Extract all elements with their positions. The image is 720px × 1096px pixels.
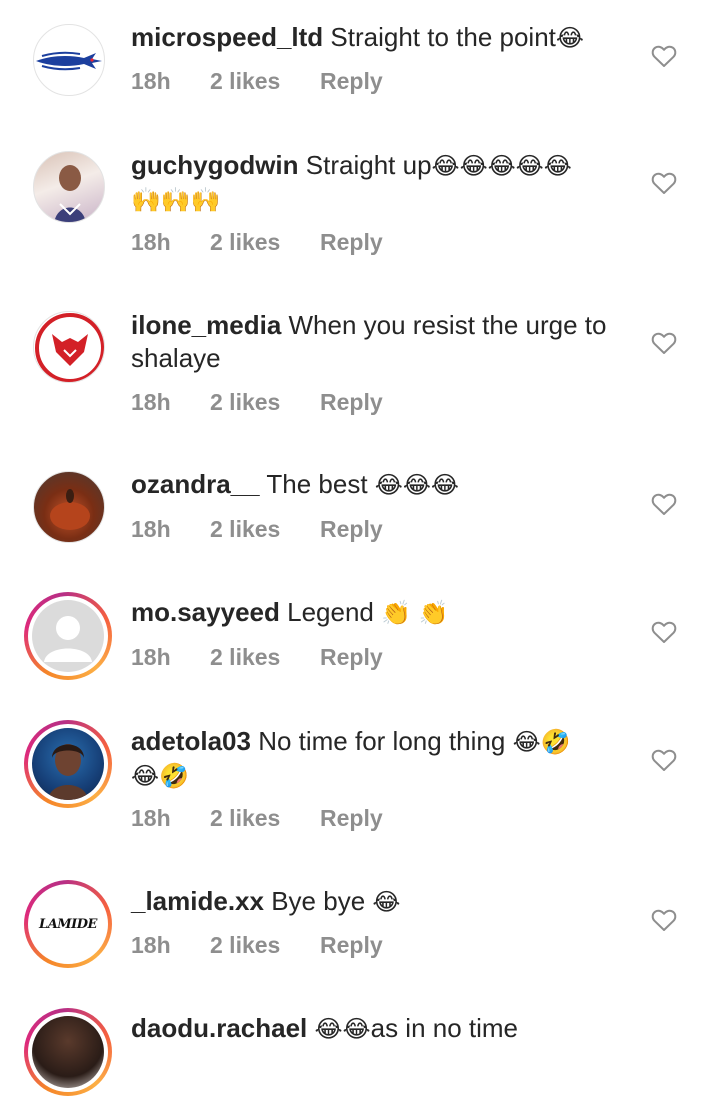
comment-meta: 18h 2 likes Reply	[131, 68, 383, 95]
comment-body: No time for long thing	[258, 726, 506, 756]
avatar-inner: LAMIDE	[28, 884, 108, 964]
comment-meta: 18h 2 likes Reply	[131, 644, 383, 671]
reply-button[interactable]: Reply	[320, 68, 383, 95]
username[interactable]: _lamide.xx	[131, 886, 264, 916]
avatar-story-ring[interactable]	[24, 720, 112, 808]
avatar[interactable]	[33, 311, 105, 383]
heart-outline-icon[interactable]	[651, 44, 677, 68]
emoji: 😂	[372, 888, 401, 916]
avatar-story-ring[interactable]	[24, 1008, 112, 1096]
heart-outline-icon[interactable]	[651, 748, 677, 772]
likes-count[interactable]: 2 likes	[210, 389, 320, 416]
timestamp: 18h	[131, 516, 171, 542]
profile-photo	[32, 728, 104, 800]
emoji: 😂	[555, 24, 584, 52]
likes-count[interactable]: 2 likes	[210, 805, 320, 832]
comment-text: guchygodwin Straight up😂😂😂😂😂 🙌🙌🙌	[131, 149, 631, 217]
comment-text: microspeed_ltd Straight to the point😂	[131, 21, 631, 55]
emoji: 😂😂😂	[374, 471, 459, 499]
timestamp: 18h	[131, 68, 171, 94]
heart-outline-icon[interactable]	[651, 908, 677, 932]
heart-outline-icon[interactable]	[651, 492, 677, 516]
comment-text: ilone_media When you resist the urge to …	[131, 309, 631, 375]
comment-meta: 18h 2 likes Reply	[131, 516, 383, 543]
avatar-inner	[28, 724, 108, 804]
microspeed-logo-icon	[36, 51, 102, 71]
comment-meta: 18h 2 likes Reply	[131, 932, 383, 959]
comment-body: Bye bye	[271, 886, 366, 916]
likes-count[interactable]: 2 likes	[210, 644, 320, 671]
likes-count[interactable]: 2 likes	[210, 229, 320, 256]
default-avatar-icon	[32, 600, 104, 672]
heart-outline-icon[interactable]	[651, 620, 677, 644]
comment-body: Straight up	[305, 150, 432, 180]
reply-button[interactable]: Reply	[320, 516, 383, 543]
heart-outline-icon[interactable]	[651, 331, 677, 355]
timestamp: 18h	[131, 389, 171, 415]
fox-logo-icon	[35, 313, 104, 382]
timestamp: 18h	[131, 805, 171, 831]
reply-button[interactable]: Reply	[320, 932, 383, 959]
emoji: 🙌🙌🙌	[131, 186, 221, 214]
profile-photo	[50, 489, 90, 530]
avatar-inner	[28, 1012, 108, 1092]
reply-button[interactable]: Reply	[320, 805, 383, 832]
comment-text: mo.sayyeed Legend 👏 👏	[131, 596, 631, 630]
avatar[interactable]	[33, 151, 105, 223]
heart-outline-icon[interactable]	[651, 171, 677, 195]
comment-text: _lamide.xx Bye bye 😂	[131, 885, 631, 919]
comment-body: Legend	[287, 597, 374, 627]
avatar-story-ring[interactable]: LAMIDE	[24, 880, 112, 968]
comment-text: adetola03 No time for long thing 😂🤣 😂🤣	[131, 725, 631, 793]
comment-meta: 18h 2 likes Reply	[131, 389, 383, 416]
profile-photo	[54, 165, 86, 222]
avatar-inner	[28, 596, 108, 676]
comment-text: daodu.rachael 😂😂as in no time	[131, 1012, 631, 1046]
profile-photo	[32, 1016, 104, 1088]
likes-count[interactable]: 2 likes	[210, 932, 320, 959]
comment-body: Straight to the point	[330, 22, 556, 52]
comment-meta: 18h 2 likes Reply	[131, 229, 383, 256]
username[interactable]: adetola03	[131, 726, 251, 756]
username[interactable]: daodu.rachael	[131, 1013, 307, 1043]
comment-body: The best	[266, 469, 368, 499]
likes-count[interactable]: 2 likes	[210, 516, 320, 543]
avatar[interactable]	[33, 471, 105, 543]
comment-body: as in no time	[370, 1013, 519, 1043]
emoji: 😂🤣	[512, 728, 571, 756]
comment-text: ozandra__ The best 😂😂😂	[131, 468, 631, 502]
emoji: 😂😂😂😂😂	[431, 152, 572, 180]
timestamp: 18h	[131, 932, 171, 958]
logo-text: LAMIDE	[39, 916, 97, 932]
timestamp: 18h	[131, 229, 171, 255]
emoji: 👏 👏	[381, 599, 449, 627]
emoji: 😂🤣	[131, 762, 189, 790]
emoji: 😂😂	[314, 1015, 371, 1043]
lamide-logo: LAMIDE	[32, 888, 104, 960]
username[interactable]: ilone_media	[131, 310, 281, 340]
username[interactable]: microspeed_ltd	[131, 22, 323, 52]
username[interactable]: mo.sayyeed	[131, 597, 280, 627]
username[interactable]: guchygodwin	[131, 150, 299, 180]
reply-button[interactable]: Reply	[320, 644, 383, 671]
avatar[interactable]	[33, 24, 105, 96]
timestamp: 18h	[131, 644, 171, 670]
reply-button[interactable]: Reply	[320, 389, 383, 416]
username[interactable]: ozandra__	[131, 469, 260, 499]
comment-meta: 18h 2 likes Reply	[131, 805, 383, 832]
avatar-story-ring[interactable]	[24, 592, 112, 680]
reply-button[interactable]: Reply	[320, 229, 383, 256]
likes-count[interactable]: 2 likes	[210, 68, 320, 95]
